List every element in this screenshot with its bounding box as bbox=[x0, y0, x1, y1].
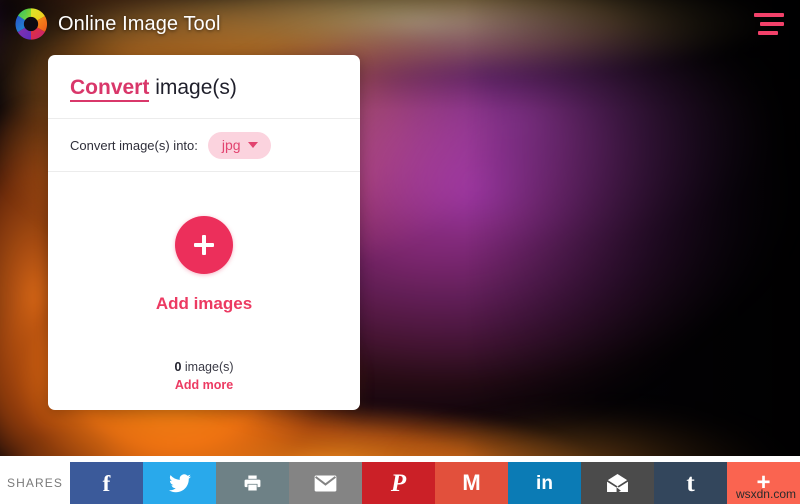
gmail-icon: M bbox=[462, 470, 481, 495]
card-footer: 0 image(s) Add more bbox=[48, 332, 360, 410]
app-root: Online Image Tool Convert image(s) Conve… bbox=[0, 0, 800, 504]
share-bar: SHARES f P M in t + bbox=[0, 462, 800, 504]
share-button-email[interactable] bbox=[289, 462, 362, 504]
pinterest-icon: P bbox=[390, 469, 407, 497]
shares-label: SHARES bbox=[0, 462, 70, 504]
linkedin-icon: in bbox=[536, 472, 553, 494]
share-button-outlook[interactable] bbox=[581, 462, 654, 504]
card-header: Convert image(s) bbox=[48, 55, 360, 119]
brand-title: Online Image Tool bbox=[58, 12, 221, 35]
page-title-accent: Convert bbox=[70, 76, 150, 102]
color-wheel-logo-icon bbox=[14, 7, 48, 41]
add-more-link[interactable]: Add more bbox=[48, 376, 360, 394]
hamburger-menu-icon[interactable] bbox=[754, 11, 784, 37]
share-button-linkedin[interactable]: in bbox=[508, 462, 581, 504]
plus-icon bbox=[192, 233, 216, 257]
convert-format-row: Convert image(s) into: jpg bbox=[48, 119, 360, 172]
facebook-icon: f bbox=[102, 470, 111, 496]
convert-format-label: Convert image(s) into: bbox=[70, 138, 198, 153]
convert-card: Convert image(s) Convert image(s) into: … bbox=[48, 55, 360, 411]
share-button-print[interactable] bbox=[216, 462, 289, 504]
chevron-down-icon bbox=[247, 142, 258, 148]
envelope-icon bbox=[314, 474, 337, 492]
twitter-icon bbox=[168, 473, 191, 493]
share-button-tumblr[interactable]: t bbox=[654, 462, 727, 504]
open-envelope-icon bbox=[606, 473, 629, 493]
image-count-suffix: image(s) bbox=[181, 360, 234, 374]
brand[interactable]: Online Image Tool bbox=[14, 7, 221, 41]
page-title-rest: image(s) bbox=[149, 76, 237, 99]
share-button-twitter[interactable] bbox=[143, 462, 216, 504]
image-count: 0 image(s) bbox=[48, 358, 360, 376]
add-images-dropzone[interactable]: Add images bbox=[48, 172, 360, 332]
watermark: wsxdn.com bbox=[735, 487, 796, 501]
share-button-pinterest[interactable]: P bbox=[362, 462, 435, 504]
add-images-label[interactable]: Add images bbox=[156, 294, 252, 314]
share-button-facebook[interactable]: f bbox=[70, 462, 143, 504]
top-bar: Online Image Tool bbox=[0, 0, 800, 48]
format-select-value: jpg bbox=[221, 137, 241, 153]
format-select[interactable]: jpg bbox=[207, 132, 271, 159]
printer-icon bbox=[242, 473, 263, 493]
tumblr-icon: t bbox=[686, 469, 695, 497]
page-title: Convert image(s) bbox=[70, 76, 338, 102]
share-button-gmail[interactable]: M bbox=[435, 462, 508, 504]
add-images-button[interactable] bbox=[175, 216, 233, 274]
